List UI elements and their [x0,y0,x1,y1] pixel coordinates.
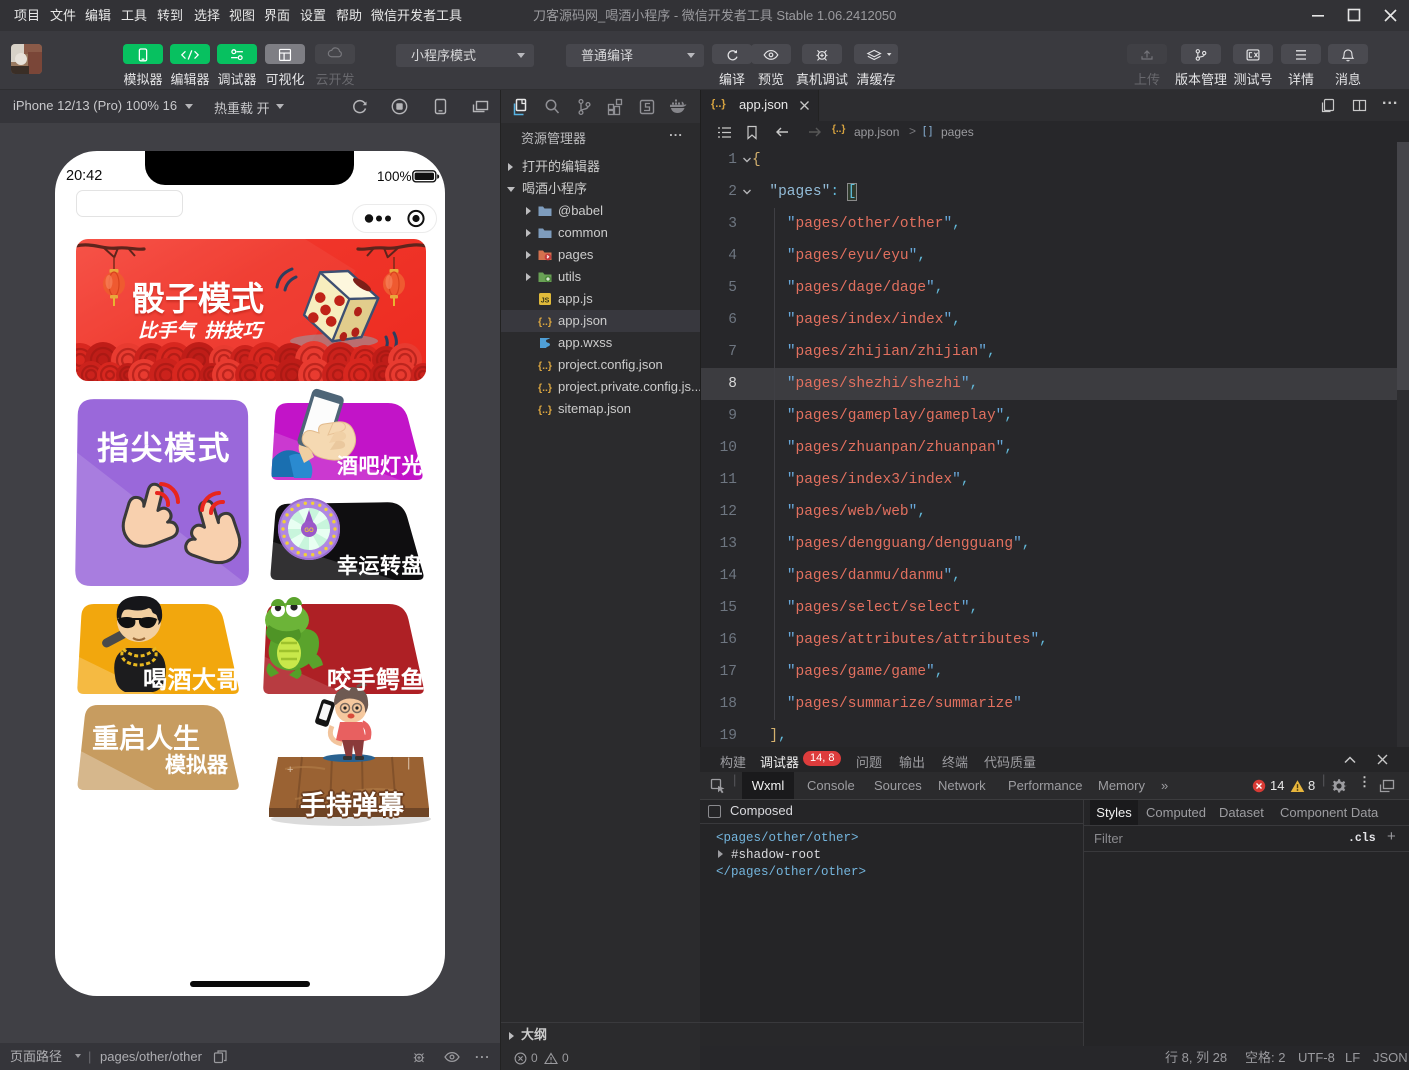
svg-text:{..}: {..} [538,404,552,416]
svg-text:GO: GO [304,528,314,534]
svg-text:JS: JS [541,298,550,305]
svg-text:{..}: {..} [538,316,552,328]
svg-text:|: | [407,755,410,770]
svg-text:{..}: {..} [538,360,552,372]
svg-text:+: + [287,764,293,776]
svg-text:{..}: {..} [538,382,552,394]
